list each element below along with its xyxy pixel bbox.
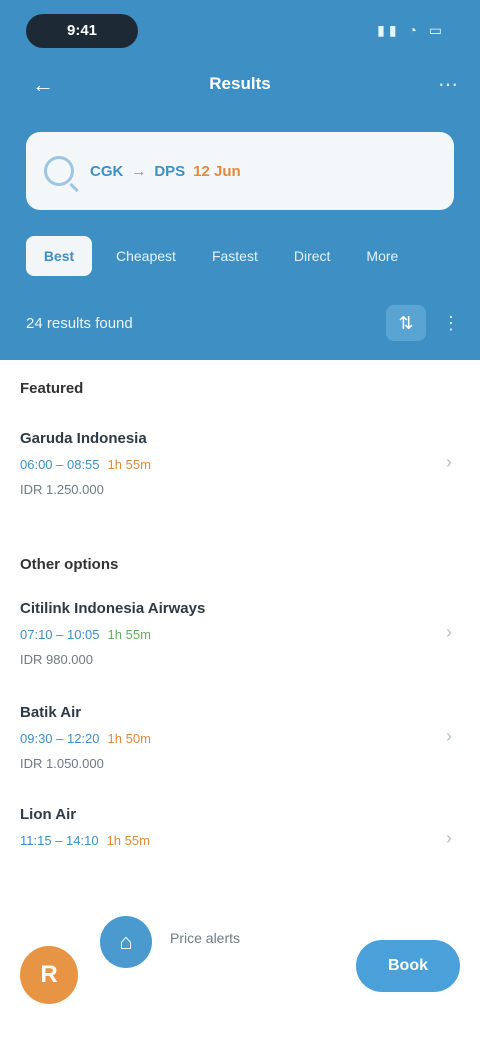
item-price-row: IDR 1.050.000 xyxy=(20,756,460,771)
destination-code: DPS xyxy=(154,162,186,180)
filter-chip-direct[interactable]: Direct xyxy=(282,236,343,276)
list-item[interactable]: Garuda Indonesia 06:00 – 08:55 1h 55m ID… xyxy=(20,430,460,520)
status-bar: 9:41 ▮▮ ◔ ▭ xyxy=(0,0,480,60)
status-icons: ▮▮ ◔ ▭ xyxy=(377,22,446,38)
status-time: 9:41 xyxy=(26,14,138,48)
results-summary: 24 results found ⇅ ⋮ xyxy=(26,300,460,346)
item-title: Citilink Indonesia Airways xyxy=(20,600,206,617)
item-time: 09:30 – 12:20 xyxy=(20,731,100,746)
bottom-caption[interactable]: Price alerts xyxy=(170,930,240,946)
filter-chip-cheapest[interactable]: Cheapest xyxy=(104,236,188,276)
item-title: Batik Air xyxy=(20,704,82,721)
app-header: 9:41 ▮▮ ◔ ▭ ← Results ⋯ CGK → DPS 12 Jun… xyxy=(0,0,480,360)
filter-chip-more[interactable]: More xyxy=(354,236,410,276)
book-button[interactable]: Book xyxy=(356,940,460,992)
list-item[interactable]: Batik Air 09:30 – 12:20 1h 50m IDR 1.050… xyxy=(20,704,460,794)
item-details: 09:30 – 12:20 1h 50m xyxy=(20,731,460,746)
filter-icon[interactable]: ⋮ xyxy=(442,313,460,334)
more-icon[interactable]: ⋯ xyxy=(438,72,458,97)
bottom-action-bar: R ⌂ Price alerts Book xyxy=(0,900,480,1040)
item-details: 07:10 – 10:05 1h 55m xyxy=(20,627,460,642)
item-price: IDR 1.050.000 xyxy=(20,756,104,771)
item-time: 07:10 – 10:05 xyxy=(20,627,100,642)
section-title-other: Other options xyxy=(20,556,119,573)
avatar[interactable]: R xyxy=(20,946,78,1004)
item-title: Lion Air xyxy=(20,806,77,823)
chevron-right-icon: › xyxy=(446,452,452,472)
item-details: 11:15 – 14:10 1h 55m xyxy=(20,833,460,848)
item-time: 06:00 – 08:55 xyxy=(20,457,100,472)
travel-date: 12 Jun xyxy=(193,162,241,180)
item-price-row: IDR 1.250.000 xyxy=(20,482,460,497)
page-title: Results xyxy=(209,74,271,93)
item-price: IDR 1.250.000 xyxy=(20,482,104,497)
origin-code: CGK xyxy=(90,162,124,180)
chevron-right-icon: › xyxy=(446,828,452,848)
section-title-featured: Featured xyxy=(20,380,84,397)
route-arrow-icon: → xyxy=(131,162,147,180)
chevron-right-icon: › xyxy=(446,622,452,642)
search-route: CGK → DPS 12 Jun xyxy=(90,163,436,180)
item-price-row: IDR 980.000 xyxy=(20,652,460,667)
filter-tabs: Best Cheapest Fastest Direct More xyxy=(26,232,454,280)
sort-icon[interactable]: ⇅ xyxy=(386,305,426,341)
chevron-right-icon: › xyxy=(446,726,452,746)
back-icon[interactable]: ← xyxy=(26,68,60,102)
item-duration: 1h 50m xyxy=(107,731,151,746)
results-list: Featured Garuda Indonesia 06:00 – 08:55 … xyxy=(0,360,480,900)
list-item[interactable]: Lion Air 11:15 – 14:10 1h 55m › xyxy=(20,806,460,896)
list-item[interactable]: Citilink Indonesia Airways 07:10 – 10:05… xyxy=(20,600,460,690)
filter-chip-best[interactable]: Best xyxy=(26,236,92,276)
search-icon xyxy=(44,156,74,186)
item-duration: 1h 55m xyxy=(107,457,151,472)
item-title: Garuda Indonesia xyxy=(20,430,147,447)
home-icon[interactable]: ⌂ xyxy=(100,916,152,968)
nav-row: ← Results ⋯ xyxy=(0,62,480,108)
item-time: 11:15 – 14:10 xyxy=(20,833,99,848)
item-duration: 1h 55m xyxy=(106,833,150,848)
item-details: 06:00 – 08:55 1h 55m xyxy=(20,457,460,472)
item-duration: 1h 55m xyxy=(107,627,151,642)
item-price: IDR 980.000 xyxy=(20,652,93,667)
search-summary-card[interactable]: CGK → DPS 12 Jun xyxy=(26,132,454,210)
filter-chip-fastest[interactable]: Fastest xyxy=(200,236,270,276)
results-count: 24 results found xyxy=(26,314,133,332)
